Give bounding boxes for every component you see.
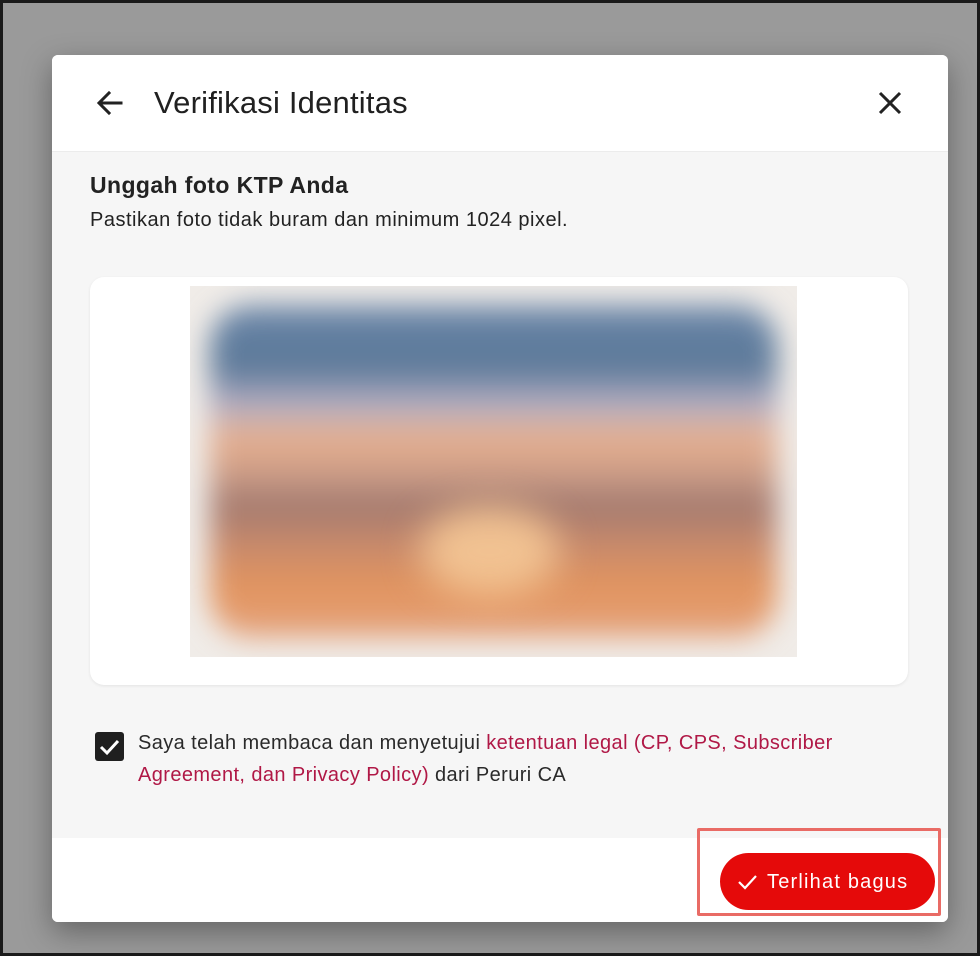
upload-subtitle: Pastikan foto tidak buram dan minimum 10… — [90, 209, 569, 231]
consent-text-after: dari Peruri CA — [429, 764, 567, 786]
photo-highlight — [420, 506, 560, 596]
checkmark-icon — [99, 739, 120, 756]
arrow-left-icon — [96, 90, 123, 116]
back-button[interactable] — [90, 83, 130, 123]
ktp-photo-preview — [190, 286, 797, 657]
dialog-header: Verifikasi Identitas — [52, 55, 948, 152]
upload-title: Unggah foto KTP Anda — [90, 172, 349, 198]
dialog-title: Verifikasi Identitas — [154, 85, 408, 120]
looks-good-button[interactable]: Terlihat bagus — [720, 853, 935, 910]
consent-checkbox[interactable] — [95, 732, 124, 761]
consent-text-before: Saya telah membaca dan menyetujui — [138, 732, 487, 754]
close-icon — [878, 91, 902, 115]
check-icon — [738, 875, 757, 890]
photo-preview-card — [90, 277, 908, 685]
identity-verification-dialog: Verifikasi Identitas Unggah foto KTP And… — [52, 55, 948, 922]
close-button[interactable] — [870, 83, 910, 123]
consent-text: Saya telah membaca dan menyetujui ketent… — [138, 727, 838, 791]
looks-good-label: Terlihat bagus — [767, 871, 909, 893]
